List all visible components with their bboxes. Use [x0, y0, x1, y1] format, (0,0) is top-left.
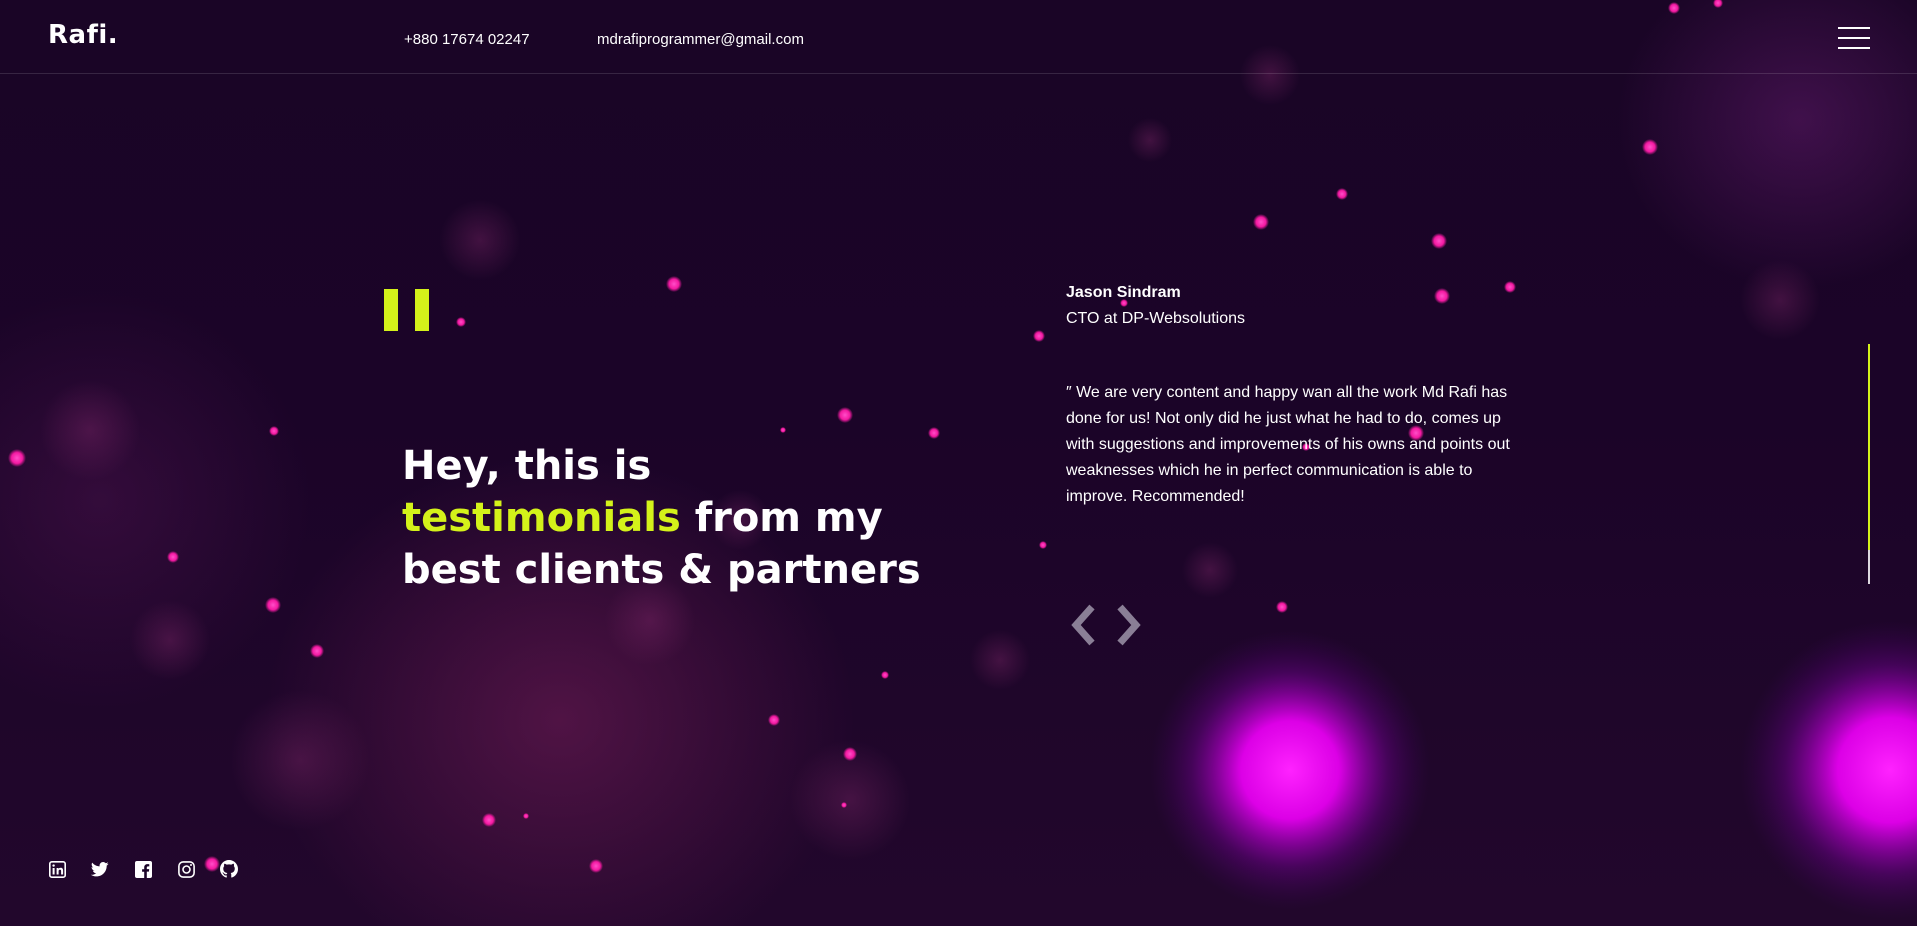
page-headline: Hey, this is testimonials from my best cl…	[402, 440, 922, 596]
site-header: Rafi. +880 17674 02247 mdrafiprogrammer@…	[0, 0, 1917, 74]
hamburger-menu-icon[interactable]	[1838, 27, 1870, 51]
facebook-icon[interactable]	[134, 860, 152, 878]
slider-progress	[1868, 344, 1870, 584]
instagram-icon[interactable]	[177, 860, 195, 878]
testimonial-text: ″ We are very content and happy wan all …	[1066, 384, 1510, 505]
chevron-right-icon[interactable]	[1112, 600, 1144, 650]
testimonial-author-role: CTO at DP-Websolutions	[1066, 310, 1246, 327]
github-icon[interactable]	[220, 860, 238, 878]
quote-mark-icon	[384, 289, 432, 331]
testimonial-author-name: Jason Sindram	[1066, 284, 1181, 301]
headline-accent: testimonials	[402, 495, 681, 541]
headline-intro: Hey, this is	[402, 443, 652, 489]
phone-link[interactable]: +880 17674 02247	[404, 31, 530, 48]
email-link[interactable]: mdrafiprogrammer@gmail.com	[597, 31, 804, 48]
background-particles	[8, 0, 1917, 920]
site-logo[interactable]: Rafi.	[48, 20, 118, 50]
chevron-left-icon[interactable]	[1068, 600, 1100, 650]
twitter-icon[interactable]	[91, 860, 109, 878]
linkedin-icon[interactable]	[48, 860, 66, 878]
slider-progress-fill	[1868, 344, 1870, 551]
